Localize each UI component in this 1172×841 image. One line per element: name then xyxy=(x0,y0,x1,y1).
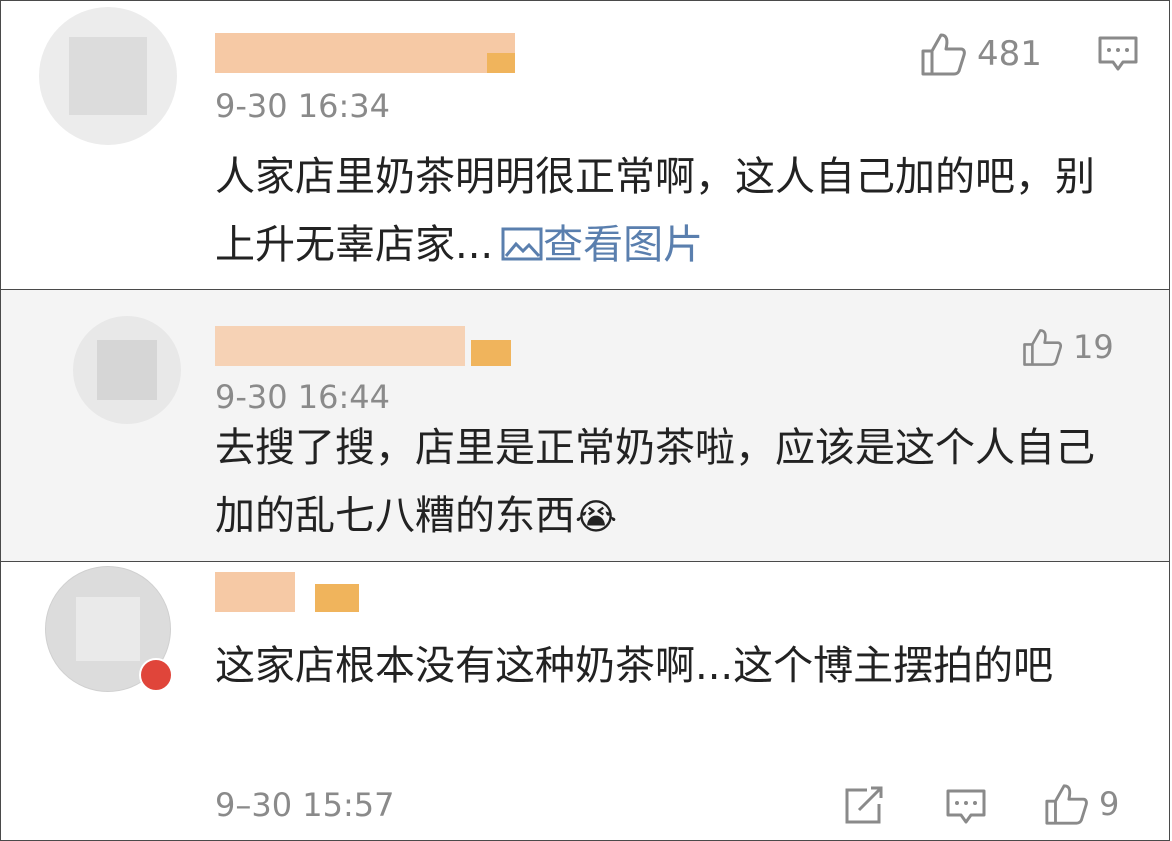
like-button[interactable]: 481 xyxy=(919,31,1042,77)
like-button[interactable]: 19 xyxy=(1021,326,1114,368)
thumbs-up-icon xyxy=(1045,784,1088,825)
avatar-blur xyxy=(76,597,140,661)
comment-icon[interactable] xyxy=(1097,35,1139,73)
comment-time: 9–30 15:57 xyxy=(215,786,395,824)
comment-card: 这家店根本没有这种奶茶啊...这个博主摆拍的吧 9–30 15:57 9 xyxy=(0,562,1170,841)
view-image-link[interactable]: 查看图片 xyxy=(493,222,703,268)
comment-text: 人家店里奶茶明明很正常啊，这人自己加的吧，别上升无辜店家... 查看图片 xyxy=(215,154,1095,268)
like-button[interactable]: 9 xyxy=(1043,782,1119,826)
avatar-blur xyxy=(69,37,147,115)
comment-time: 9-30 16:44 xyxy=(215,378,391,416)
username-blurred[interactable] xyxy=(215,572,365,612)
avatar[interactable] xyxy=(73,316,181,424)
crying-emoji-icon: 😭 xyxy=(575,497,618,538)
thumbs-up-icon xyxy=(1023,329,1063,366)
comment-icon[interactable] xyxy=(945,788,987,826)
comment-card: 9-30 16:34 人家店里奶茶明明很正常啊，这人自己加的吧，别上升无辜店家.… xyxy=(0,0,1170,290)
share-icon[interactable] xyxy=(843,786,885,826)
like-count: 19 xyxy=(1073,328,1114,366)
like-count: 481 xyxy=(977,34,1042,74)
verified-badge-icon xyxy=(139,658,173,692)
thumbs-up-icon xyxy=(921,33,966,76)
username-blurred[interactable] xyxy=(215,326,515,366)
like-count: 9 xyxy=(1099,785,1120,823)
username-blurred[interactable] xyxy=(215,33,525,73)
image-icon xyxy=(501,227,543,261)
comment-time: 9-30 16:34 xyxy=(215,87,391,125)
avatar[interactable] xyxy=(39,7,177,145)
reply-card: 9-30 16:44 去搜了搜，店里是正常奶茶啦，应该是这个人自己加的乱七八糟的… xyxy=(0,290,1170,562)
comment-text: 这家店根本没有这种奶茶啊...这个博主摆拍的吧 xyxy=(215,643,1054,689)
comment-text: 去搜了搜，店里是正常奶茶啦，应该是这个人自己加的乱七八糟的东西😭 xyxy=(215,425,1095,539)
avatar-blur xyxy=(97,340,157,400)
